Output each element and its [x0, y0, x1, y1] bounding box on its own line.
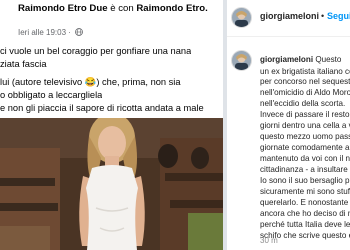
globe-icon [75, 28, 84, 36]
with-text: è con [110, 3, 134, 14]
post-text-line: o obbligato a leccargliela [0, 90, 103, 100]
profile-username[interactable]: giorgiameloni [260, 11, 319, 21]
tagged-name[interactable]: Raimondo Etro. [136, 3, 207, 14]
post-photo[interactable] [0, 118, 223, 250]
post-text-line: e non gli piaccia il sapore di ricotta a… [0, 103, 204, 113]
post-text-line: lui (autore televisivo 😂) che, prima, no… [0, 77, 181, 87]
post-text-line: ci vuole un bel coraggio per gonfiare un… [0, 46, 192, 56]
post-author-line: Raimondo Etro Due è con Raimondo Etro. [18, 3, 218, 15]
post-meta: Ieri alle 19:03 · [18, 28, 84, 38]
header-dot: • [321, 11, 325, 21]
avatar-image [232, 51, 251, 70]
instagram-header: giorgiameloni • Segui [227, 0, 350, 37]
meta-separator: · [68, 28, 71, 37]
post-photo-image [0, 118, 223, 250]
post-timestamp[interactable]: Ieri alle 19:03 [18, 28, 66, 37]
instagram-post: giorgiameloni • Segui giorgiameloni Ques… [227, 0, 350, 250]
profile-avatar[interactable] [231, 7, 252, 28]
follow-button[interactable]: Segui [327, 11, 350, 21]
post-text-line: ziata fascia [0, 59, 47, 69]
caption-username[interactable]: giorgiameloni [260, 55, 313, 64]
caption-line-text: Questo [315, 55, 342, 64]
caption-line: giorgiameloni Questo [260, 54, 350, 66]
avatar-image [232, 8, 251, 27]
caption-avatar[interactable] [231, 50, 252, 71]
post-header: Raimondo Etro Due è con Raimondo Etro. I… [0, 0, 223, 44]
post-time: 30 m [260, 236, 278, 245]
facebook-post: Raimondo Etro Due è con Raimondo Etro. I… [0, 0, 223, 250]
author-name[interactable]: Raimondo Etro Due [18, 3, 108, 14]
